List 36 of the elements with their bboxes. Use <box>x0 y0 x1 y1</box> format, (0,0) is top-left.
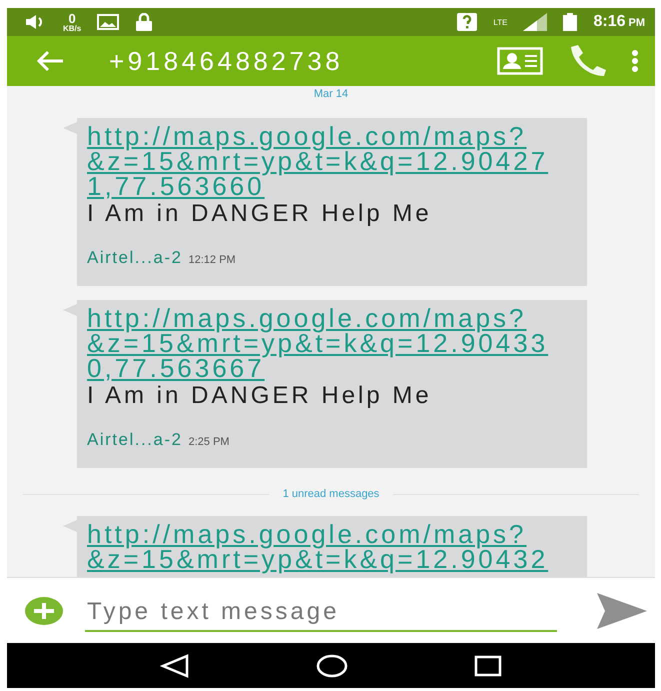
map-link[interactable]: &z=15&mrt=yp&t=k&q=12.90427 <box>87 149 567 174</box>
network-type: LTE <box>493 18 508 26</box>
message-composer[interactable]: Type text message <box>7 577 655 643</box>
map-link[interactable]: 1,77.563660 <box>87 174 567 199</box>
map-link[interactable]: 0,77.563667 <box>87 356 567 381</box>
map-link[interactable]: &z=15&mrt=yp&t=k&q=12.90432 <box>87 547 567 572</box>
battery-icon <box>563 13 578 31</box>
message-time: 2:25 PM <box>188 436 230 448</box>
recents-button[interactable] <box>474 654 502 676</box>
back-nav-button[interactable] <box>160 654 190 678</box>
data-rate: 0 <box>68 12 76 24</box>
contact-number: +918464882738 <box>109 46 344 76</box>
send-button[interactable] <box>597 592 647 628</box>
clock-time: 8:16 <box>593 13 626 31</box>
unread-label: 1 unread messages <box>282 488 380 500</box>
sender-name: Airtel...a-2 <box>87 248 182 268</box>
message-text: I Am in DANGER Help Me <box>87 383 433 408</box>
add-button[interactable] <box>25 596 63 624</box>
map-link[interactable]: http://maps.google.com/maps? <box>87 522 567 547</box>
clock-period: PM <box>628 17 645 29</box>
sender-name: Airtel...a-2 <box>87 430 182 450</box>
map-link[interactable]: http://maps.google.com/maps? <box>87 306 567 331</box>
menu-button[interactable] <box>631 49 639 73</box>
map-link[interactable]: &z=15&mrt=yp&t=k&q=12.90433 <box>87 331 567 356</box>
lock-icon <box>135 13 154 31</box>
back-button[interactable] <box>35 50 65 72</box>
message-time: 12:12 PM <box>188 254 236 266</box>
map-link[interactable]: http://maps.google.com/maps? <box>87 124 567 149</box>
signal-icon <box>523 13 548 31</box>
date-label: Mar 14 <box>314 88 348 100</box>
contact-card-button[interactable] <box>497 47 543 75</box>
home-button[interactable] <box>316 654 348 678</box>
data-unit: KB/s <box>63 24 82 32</box>
message-text: I Am in DANGER Help Me <box>87 201 433 226</box>
sim-question-icon <box>457 13 478 31</box>
image-icon <box>97 14 120 30</box>
